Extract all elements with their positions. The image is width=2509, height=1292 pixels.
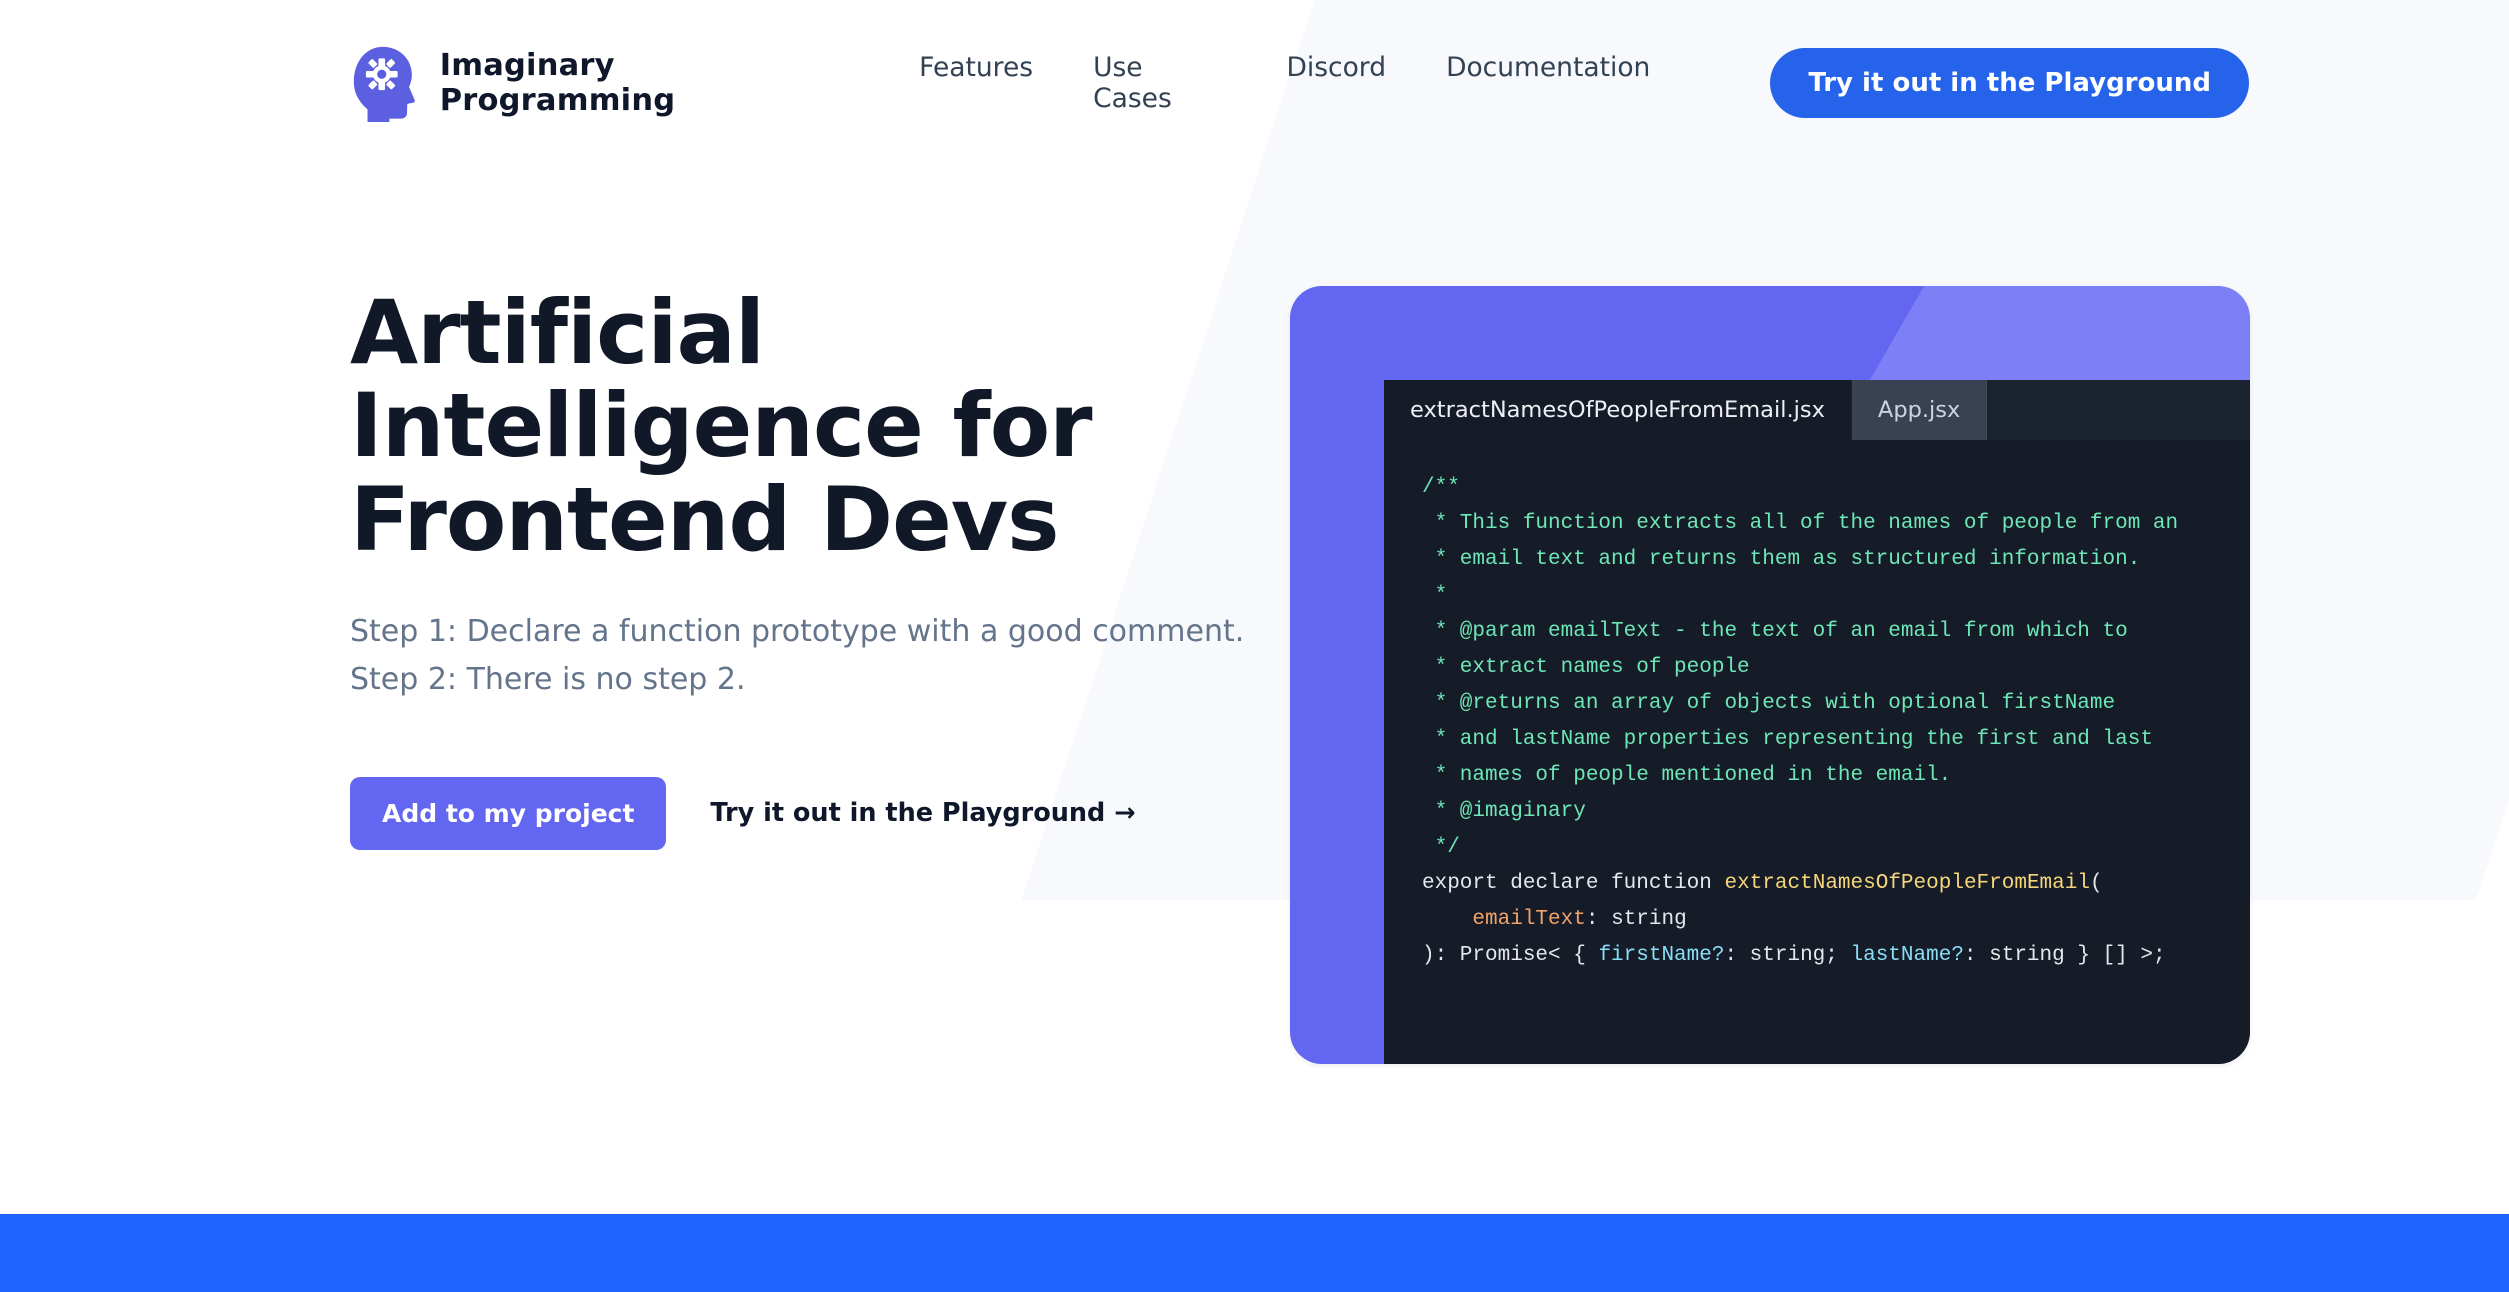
hero-title-line: Artificial <box>350 281 764 384</box>
code-tok: function <box>1611 872 1712 895</box>
code-tok <box>1422 908 1472 931</box>
code-tok: : <box>1586 908 1611 931</box>
nav-link-documentation[interactable]: Documentation <box>1446 52 1650 114</box>
nav-link-features[interactable]: Features <box>919 52 1033 114</box>
code-line: * This function extracts all of the name… <box>1422 512 2178 535</box>
code-tok: ): Promise< { <box>1422 944 1598 967</box>
editor-tab-inactive[interactable]: App.jsx <box>1852 380 1987 440</box>
code-tok: declare <box>1510 872 1598 895</box>
brand[interactable]: Imaginary Programming <box>350 44 859 122</box>
hero-steps: Step 1: Declare a function prototype wit… <box>350 608 1250 705</box>
hero-copy: Artificial Intelligence for Frontend Dev… <box>350 286 1250 850</box>
code-line: * @returns an array of objects with opti… <box>1422 692 2115 715</box>
top-nav: Imaginary Programming Features Use Cases… <box>0 0 2509 166</box>
code-editor: extractNamesOfPeopleFromEmail.jsx App.js… <box>1384 380 2250 1064</box>
hero-section: Artificial Intelligence for Frontend Dev… <box>0 166 2509 1214</box>
code-tok: export <box>1422 872 1498 895</box>
code-tok: string <box>1611 908 1687 931</box>
code-tok: emailText <box>1472 908 1585 931</box>
logo-icon <box>350 44 416 122</box>
code-line: * <box>1422 584 1447 607</box>
code-tok: extractNamesOfPeopleFromEmail <box>1725 872 2090 895</box>
code-line: /** <box>1422 476 1460 499</box>
nav-link-use-cases[interactable]: Use Cases <box>1093 52 1226 114</box>
code-line: * @imaginary <box>1422 800 1586 823</box>
code-tok: : string } [] >; <box>1964 944 2166 967</box>
nav-links: Features Use Cases Discord Documentation <box>919 52 1650 114</box>
code-line: * and lastName properties representing t… <box>1422 728 2153 751</box>
hero-actions: Add to my project Try it out in the Play… <box>350 777 1250 850</box>
code-preview-card: extractNamesOfPeopleFromEmail.jsx App.js… <box>1290 286 2250 1064</box>
bottom-band <box>0 1214 2509 1292</box>
hero-step-2: Step 2: There is no step 2. <box>350 656 1250 705</box>
hero-title-line: Frontend Devs <box>350 468 1059 571</box>
code-line: */ <box>1422 836 1460 859</box>
add-to-project-button[interactable]: Add to my project <box>350 777 666 850</box>
playground-link[interactable]: Try it out in the Playground → <box>710 798 1135 828</box>
code-content: /** * This function extracts all of the … <box>1384 440 2250 1004</box>
editor-tab-active[interactable]: extractNamesOfPeopleFromEmail.jsx <box>1384 380 1852 440</box>
brand-name: Imaginary Programming <box>440 48 859 118</box>
hero-step-1: Step 1: Declare a function prototype wit… <box>350 608 1250 657</box>
code-tok: lastName? <box>1851 944 1964 967</box>
code-tok: firstName? <box>1598 944 1724 967</box>
code-tok: ( <box>2090 872 2103 895</box>
hero-title: Artificial Intelligence for Frontend Dev… <box>350 286 1250 566</box>
code-line: * extract names of people <box>1422 656 1750 679</box>
nav-link-discord[interactable]: Discord <box>1286 52 1386 114</box>
code-line: * names of people mentioned in the email… <box>1422 764 1951 787</box>
code-line: * email text and returns them as structu… <box>1422 548 2140 571</box>
playground-cta-button[interactable]: Try it out in the Playground <box>1770 48 2249 118</box>
code-line: * @param emailText - the text of an emai… <box>1422 620 2128 643</box>
hero-title-line: Intelligence for <box>350 374 1092 477</box>
code-tok: : string; <box>1724 944 1850 967</box>
editor-tabbar: extractNamesOfPeopleFromEmail.jsx App.js… <box>1384 380 2250 440</box>
